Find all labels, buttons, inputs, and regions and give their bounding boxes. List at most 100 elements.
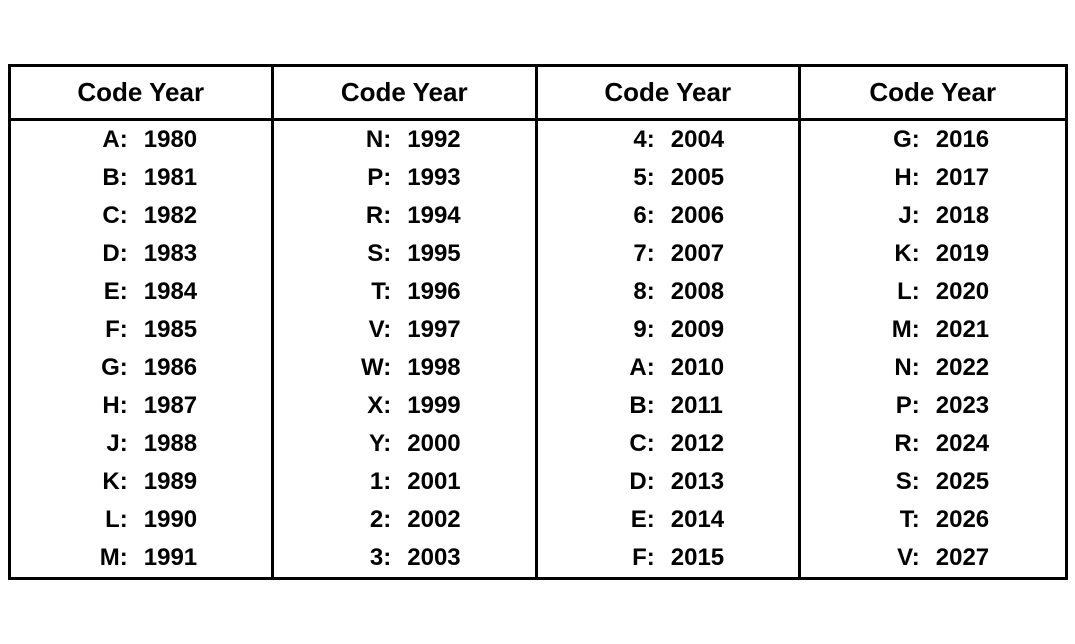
data-row: 8:2008 [538, 273, 799, 311]
year-cell: 2024 [936, 430, 996, 458]
year-cell: 2005 [671, 164, 731, 192]
column-0: Code YearA:1980B:1981C:1982D:1983E:1984F… [11, 67, 275, 577]
code-cell: R: [870, 430, 920, 458]
code-cell: F: [78, 316, 128, 344]
data-row: 3:2003 [274, 539, 535, 577]
code-cell: P: [341, 164, 391, 192]
year-cell: 2012 [671, 430, 731, 458]
data-row: A:1980 [11, 121, 272, 159]
year-cell: 1993 [407, 164, 467, 192]
year-cell: 2027 [936, 544, 996, 572]
column-1: Code YearN:1992P:1993R:1994S:1995T:1996V… [274, 67, 538, 577]
data-row: M:2021 [801, 311, 1065, 349]
code-cell: N: [341, 126, 391, 154]
data-row: S:2025 [801, 463, 1065, 501]
year-cell: 2026 [936, 506, 996, 534]
code-cell: 6: [605, 202, 655, 230]
year-cell: 2002 [407, 506, 467, 534]
code-cell: M: [78, 544, 128, 572]
year-cell: 2019 [936, 240, 996, 268]
data-row: L: 1990 [11, 501, 272, 539]
column-body-3: G:2016H:2017J:2018K:2019L:2020M:2021N:20… [801, 121, 1065, 577]
data-row: 1: 2001 [274, 463, 535, 501]
code-cell: B: [78, 164, 128, 192]
column-header-1: Code Year [274, 67, 535, 121]
year-cell: 2006 [671, 202, 731, 230]
year-cell: 2016 [936, 126, 996, 154]
data-row: M: 1991 [11, 539, 272, 577]
year-cell: 2020 [936, 278, 996, 306]
code-cell: P: [870, 392, 920, 420]
data-row: 7:2007 [538, 235, 799, 273]
year-cell: 1997 [407, 316, 467, 344]
code-cell: G: [78, 354, 128, 382]
code-cell: J: [870, 202, 920, 230]
code-cell: K: [78, 468, 128, 496]
code-cell: L: [78, 506, 128, 534]
code-year-table: Code YearA:1980B:1981C:1982D:1983E:1984F… [8, 64, 1068, 580]
data-row: P:2023 [801, 387, 1065, 425]
code-cell: 1: [341, 468, 391, 496]
year-cell: 2003 [407, 544, 467, 572]
column-header-3: Code Year [801, 67, 1065, 121]
data-row: S:1995 [274, 235, 535, 273]
year-cell: 1999 [407, 392, 467, 420]
data-row: X: 1999 [274, 387, 535, 425]
data-row: Y:2000 [274, 425, 535, 463]
code-cell: D: [605, 468, 655, 496]
year-cell: 2010 [671, 354, 731, 382]
data-row: J: 1988 [11, 425, 272, 463]
year-cell: 1992 [407, 126, 467, 154]
year-cell: 1981 [144, 164, 204, 192]
data-row: E:2014 [538, 501, 799, 539]
code-cell: S: [341, 240, 391, 268]
year-cell: 2007 [671, 240, 731, 268]
data-row: K:2019 [801, 235, 1065, 273]
year-cell: 1983 [144, 240, 204, 268]
data-row: R: 2024 [801, 425, 1065, 463]
year-cell: 1988 [144, 430, 204, 458]
data-row: C:2012 [538, 425, 799, 463]
code-cell: X: [341, 392, 391, 420]
data-row: 4:2004 [538, 121, 799, 159]
code-cell: G: [870, 126, 920, 154]
data-row: V: 1997 [274, 311, 535, 349]
column-header-2: Code Year [538, 67, 799, 121]
year-cell: 1984 [144, 278, 204, 306]
code-cell: T: [870, 506, 920, 534]
data-row: H: 1987 [11, 387, 272, 425]
code-cell: V: [341, 316, 391, 344]
data-row: B:2011 [538, 387, 799, 425]
data-row: D:2013 [538, 463, 799, 501]
code-cell: D: [78, 240, 128, 268]
column-2: Code Year4:20045:20056:20067:20078:20089… [538, 67, 802, 577]
year-cell: 2017 [936, 164, 996, 192]
data-row: P: 1993 [274, 159, 535, 197]
code-cell: 8: [605, 278, 655, 306]
code-cell: 2: [341, 506, 391, 534]
year-cell: 1998 [407, 354, 467, 382]
year-cell: 1994 [407, 202, 467, 230]
year-cell: 1980 [144, 126, 204, 154]
year-cell: 2004 [671, 126, 731, 154]
column-3: Code YearG:2016H:2017J:2018K:2019L:2020M… [801, 67, 1065, 577]
year-cell: 2021 [936, 316, 996, 344]
year-cell: 1982 [144, 202, 204, 230]
code-cell: J: [78, 430, 128, 458]
year-cell: 2001 [407, 468, 467, 496]
code-cell: C: [78, 202, 128, 230]
year-cell: 1991 [144, 544, 204, 572]
code-cell: 9: [605, 316, 655, 344]
data-row: L:2020 [801, 273, 1065, 311]
data-row: F:2015 [538, 539, 799, 577]
data-row: H:2017 [801, 159, 1065, 197]
data-row: W:1998 [274, 349, 535, 387]
column-body-2: 4:20045:20056:20067:20078:20089:2009A:20… [538, 121, 799, 577]
code-cell: E: [78, 278, 128, 306]
data-row: N:2022 [801, 349, 1065, 387]
code-cell: Y: [341, 430, 391, 458]
year-cell: 1990 [144, 506, 204, 534]
data-row: B: 1981 [11, 159, 272, 197]
year-cell: 1987 [144, 392, 204, 420]
code-cell: H: [78, 392, 128, 420]
